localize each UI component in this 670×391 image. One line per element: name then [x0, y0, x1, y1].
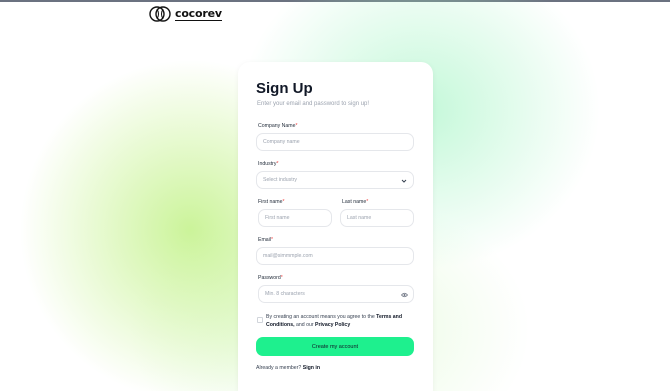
company-name-input[interactable]: Company name	[256, 133, 414, 151]
last-name-label-text: Last name	[342, 199, 367, 205]
password-placeholder: Min. 8 characters	[265, 291, 305, 297]
signin-link[interactable]: Sign in	[303, 365, 320, 371]
password-input[interactable]: Min. 8 characters	[258, 285, 414, 303]
create-account-button[interactable]: Create my account	[256, 337, 414, 356]
required-mark: *	[282, 199, 285, 205]
password-label-text: Password	[258, 275, 281, 281]
first-name-placeholder: First name	[265, 215, 290, 221]
required-mark: *	[295, 123, 298, 129]
terms-middle: and our	[294, 322, 316, 328]
required-mark: *	[280, 275, 283, 281]
logo-mark-icon	[149, 6, 171, 22]
terms-text: By creating an account means you agree t…	[266, 313, 416, 329]
company-name-placeholder: Company name	[263, 139, 300, 145]
company-name-label-text: Company Name	[258, 123, 296, 129]
terms-prefix: By creating an account means you agree t…	[266, 314, 377, 320]
email-label: Email*	[258, 237, 273, 243]
required-mark: *	[366, 199, 369, 205]
chevron-down-icon	[401, 179, 407, 183]
brand-name: cocorev	[175, 6, 222, 21]
page-title: Sign Up	[256, 80, 313, 97]
signin-prompt-text: Already a member?	[256, 365, 302, 371]
email-label-text: Email	[258, 237, 271, 243]
industry-label-text: Industry	[258, 161, 277, 167]
last-name-placeholder: Last name	[347, 215, 372, 221]
first-name-label-text: First name	[258, 199, 283, 205]
required-mark: *	[270, 237, 274, 243]
last-name-label: Last name*	[342, 199, 368, 205]
page-subtitle: Enter your email and password to sign up…	[257, 101, 370, 107]
brand-logo[interactable]: cocorev	[149, 5, 222, 23]
industry-select[interactable]: Select industry	[256, 171, 414, 189]
email-input[interactable]: mail@simmmple.com	[256, 247, 414, 265]
privacy-link[interactable]: Privacy Policy	[315, 322, 350, 328]
industry-placeholder: Select industry	[263, 177, 298, 183]
company-name-label: Company Name*	[258, 123, 298, 129]
password-label: Password*	[258, 275, 283, 281]
first-name-label: First name*	[258, 199, 285, 205]
eye-icon[interactable]	[401, 292, 408, 298]
terms-checkbox[interactable]	[257, 317, 263, 323]
last-name-input[interactable]: Last name	[340, 209, 414, 227]
required-mark: *	[276, 161, 279, 167]
signin-prompt: Already a member? Sign in	[256, 365, 320, 371]
industry-label: Industry*	[258, 161, 278, 167]
signup-card: Sign Up Enter your email and password to…	[238, 62, 433, 391]
first-name-input[interactable]: First name	[258, 209, 332, 227]
email-placeholder: mail@simmmple.com	[263, 253, 313, 259]
